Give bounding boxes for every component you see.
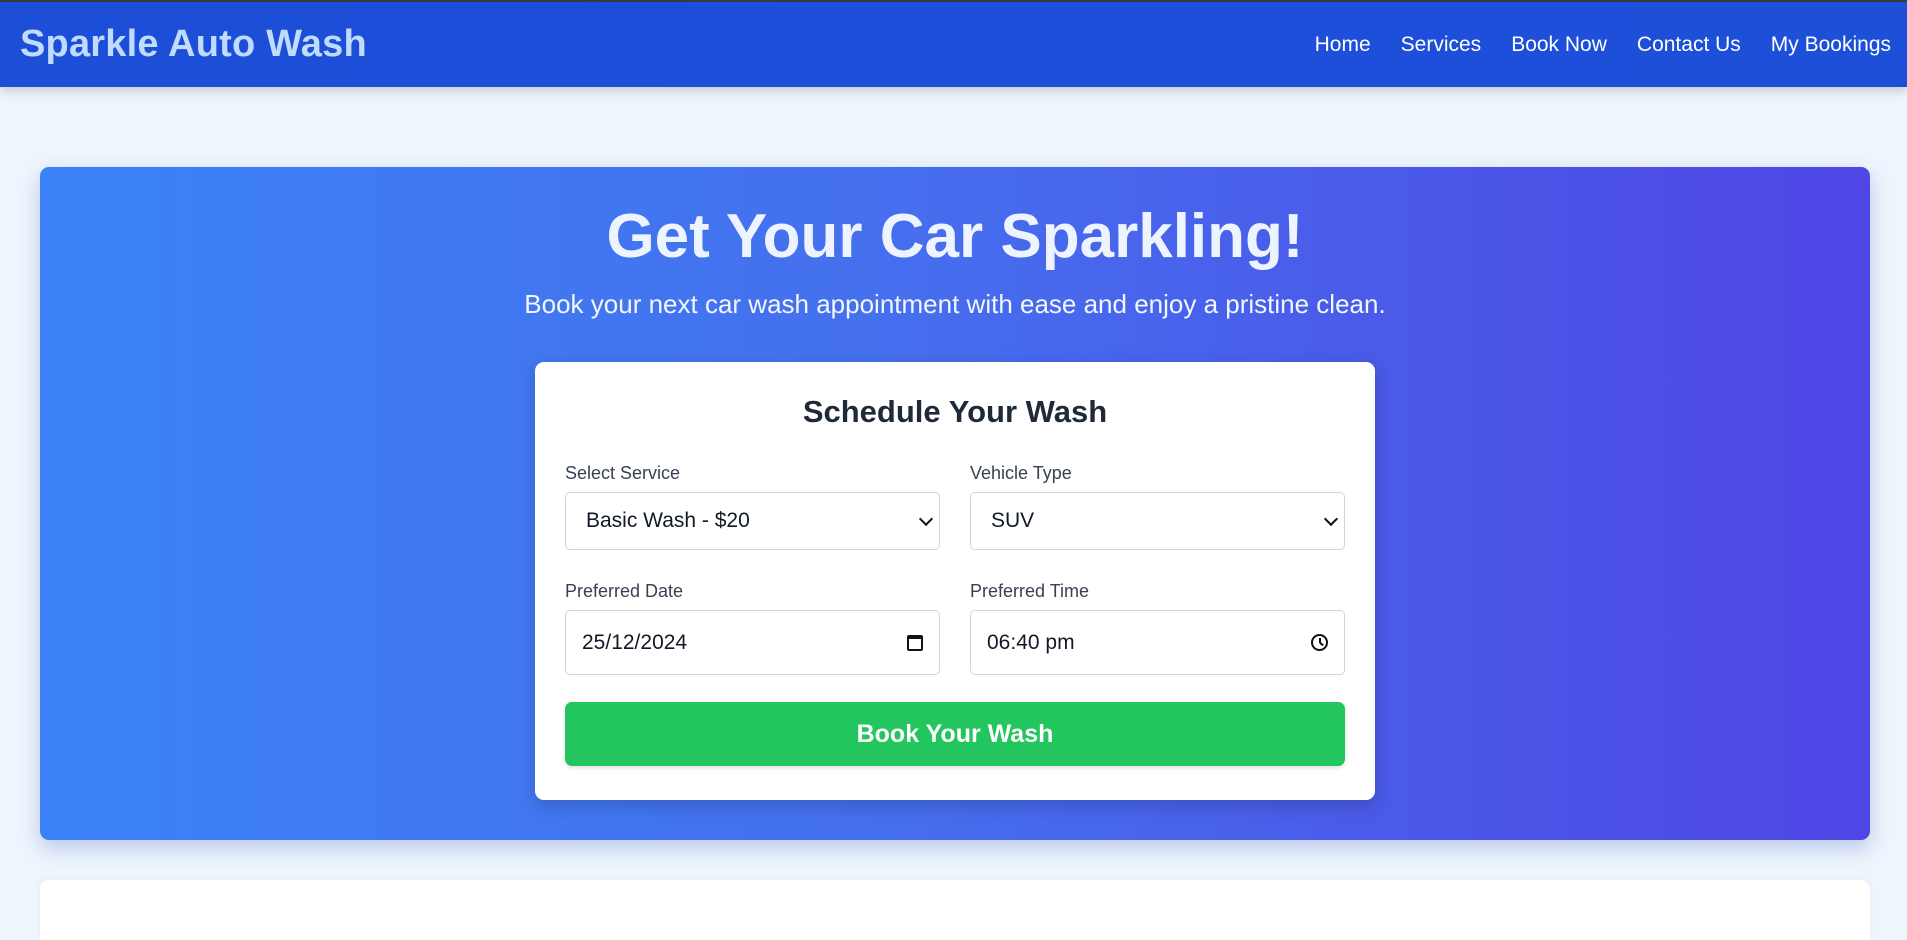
- vehicle-type-select-value: SUV: [991, 509, 1035, 532]
- hero-title: Get Your Car Sparkling!: [606, 202, 1304, 271]
- time-label: Preferred Time: [970, 581, 1090, 601]
- chevron-down-icon: [1323, 511, 1339, 526]
- nav-link-home[interactable]: Home: [1315, 33, 1371, 57]
- nav-links: Home Services Book Now Contact Us My Boo…: [1315, 33, 1891, 57]
- brand-logo[interactable]: Sparkle Auto Wash: [20, 23, 367, 66]
- date-input[interactable]: 25/12/2024: [565, 610, 940, 675]
- book-wash-button[interactable]: Book Your Wash: [565, 702, 1345, 766]
- service-select-value: Basic Wash - $20: [586, 509, 750, 532]
- hero-subtitle: Book your next car wash appointment with…: [524, 289, 1386, 319]
- hero-section: Get Your Car Sparkling! Book your next c…: [40, 167, 1870, 840]
- time-input[interactable]: 06:40 pm: [970, 610, 1345, 675]
- vehicle-type-label: Vehicle Type: [970, 463, 1072, 483]
- nav-link-contact-us[interactable]: Contact Us: [1637, 33, 1741, 57]
- service-select[interactable]: Basic Wash - $20: [565, 492, 940, 550]
- nav-link-my-bookings[interactable]: My Bookings: [1771, 33, 1891, 57]
- chevron-down-icon: [918, 511, 934, 526]
- booking-form-card: Schedule Your Wash Select Service Basic …: [535, 362, 1375, 800]
- vehicle-type-select[interactable]: SUV: [970, 492, 1345, 550]
- calendar-icon[interactable]: [907, 634, 923, 651]
- service-label: Select Service: [565, 463, 681, 483]
- date-input-value: 25/12/2024: [582, 630, 688, 654]
- clock-icon[interactable]: [1311, 634, 1328, 651]
- next-section: [40, 880, 1870, 940]
- booking-form-title: Schedule Your Wash: [802, 394, 1108, 429]
- time-input-value: 06:40 pm: [987, 630, 1075, 654]
- navbar: Sparkle Auto Wash Home Services Book Now…: [0, 0, 1907, 87]
- date-label: Preferred Date: [565, 581, 684, 601]
- nav-link-book-now[interactable]: Book Now: [1511, 33, 1607, 57]
- nav-link-services[interactable]: Services: [1401, 33, 1482, 57]
